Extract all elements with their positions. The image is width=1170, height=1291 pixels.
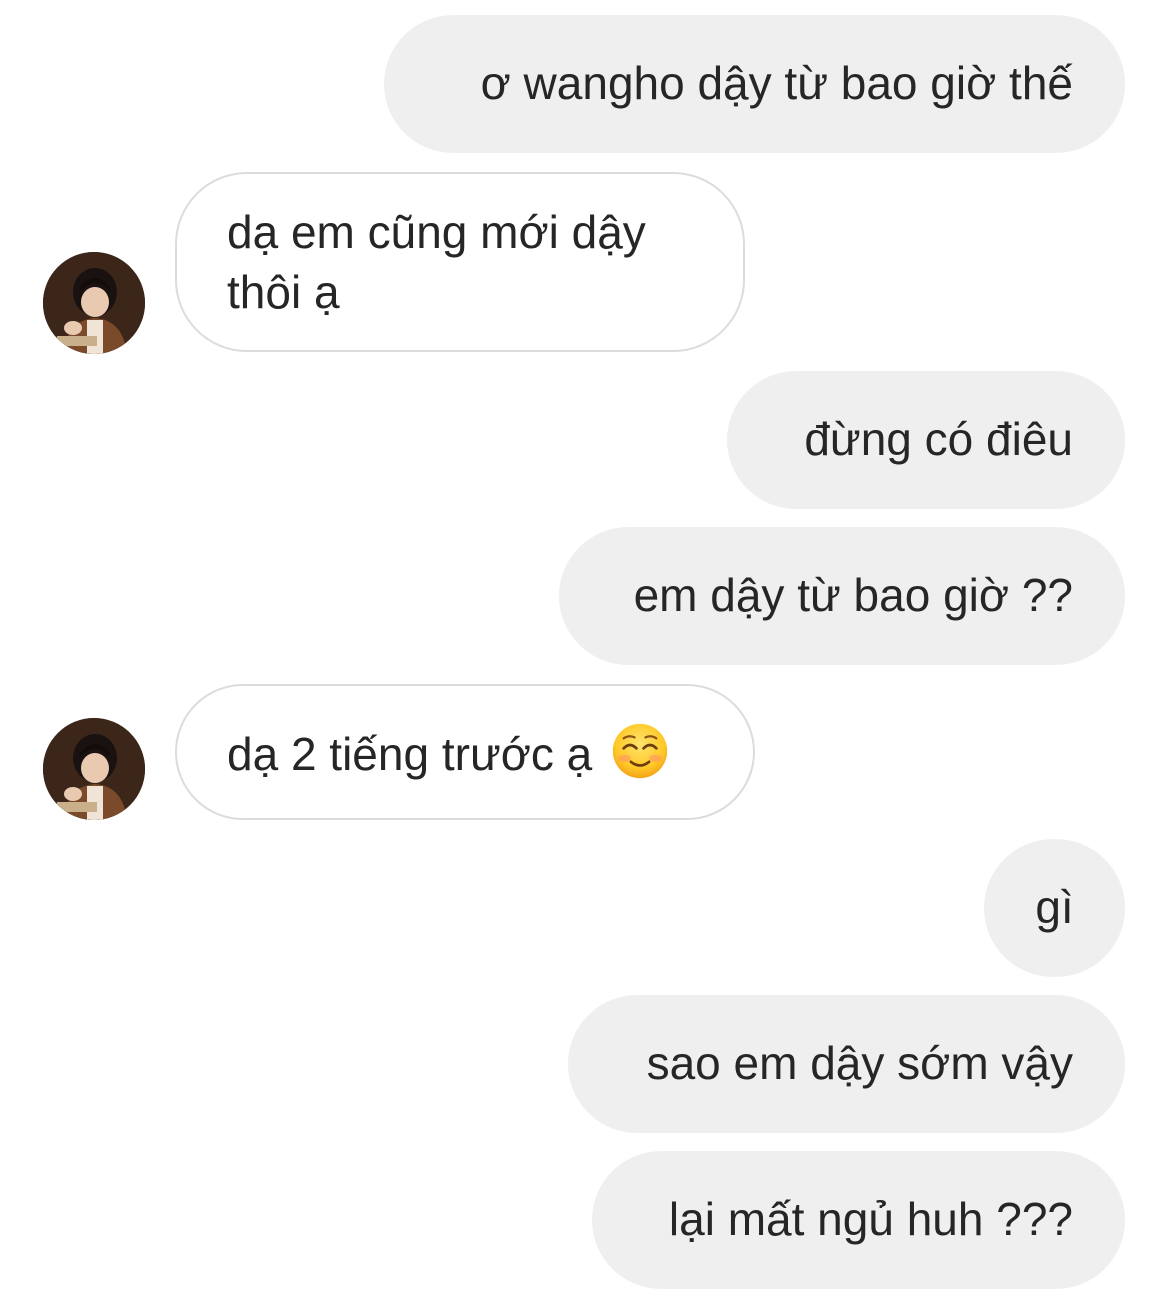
avatar[interactable] — [43, 718, 145, 820]
sent-message[interactable]: gì — [984, 839, 1125, 977]
profile-photo-icon — [43, 252, 145, 354]
message-text: lại mất ngủ huh ??? — [668, 1193, 1073, 1245]
message-text: sao em dậy sớm vậy — [646, 1037, 1073, 1089]
message-text-line: dạ em cũng mới dậy — [227, 206, 646, 258]
sent-message[interactable]: đừng có điêu — [727, 371, 1125, 509]
message-text: ơ wangho dậy từ bao giờ thế — [480, 57, 1073, 109]
sent-message[interactable]: em dậy từ bao giờ ?? — [559, 527, 1125, 665]
avatar[interactable] — [43, 252, 145, 354]
smiling-face-emoji-icon — [612, 723, 668, 779]
sent-message[interactable]: lại mất ngủ huh ??? — [592, 1151, 1125, 1289]
message-text: em dậy từ bao giờ ?? — [633, 569, 1073, 621]
message-text: dạ 2 tiếng trước ạ — [227, 728, 593, 780]
message-text-line: thôi ạ — [227, 266, 340, 318]
message-text: gì — [1035, 881, 1074, 933]
received-message[interactable]: dạ 2 tiếng trước ạ — [175, 684, 755, 820]
profile-photo-icon — [43, 718, 145, 820]
sent-message[interactable]: ơ wangho dậy từ bao giờ thế — [384, 15, 1125, 153]
received-message[interactable]: dạ em cũng mới dậy thôi ạ — [175, 172, 745, 352]
message-text: đừng có điêu — [804, 413, 1073, 465]
sent-message[interactable]: sao em dậy sớm vậy — [568, 995, 1125, 1133]
